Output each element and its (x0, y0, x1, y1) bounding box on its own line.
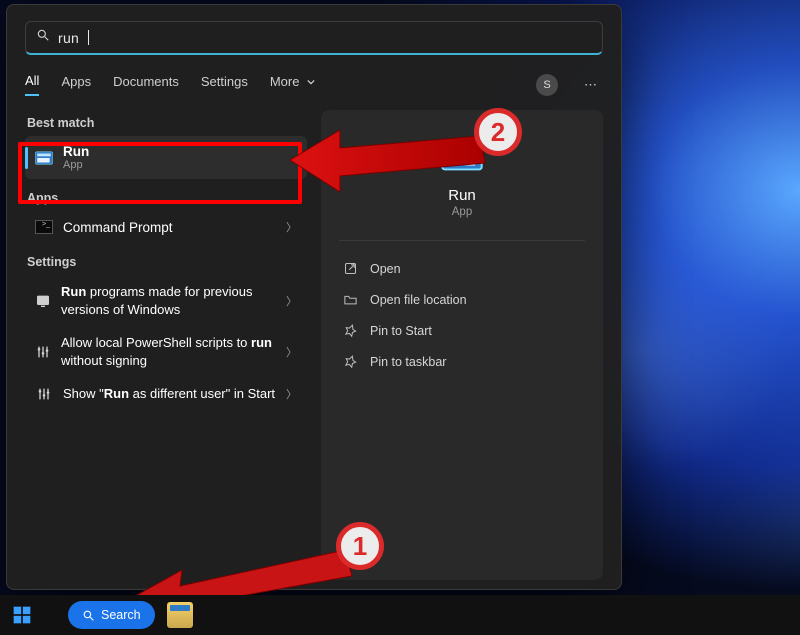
result-compat-programs[interactable]: Run programs made for previous versions … (25, 275, 307, 326)
taskbar: Search (0, 595, 800, 635)
result-command-prompt[interactable]: Command Prompt 〉 (25, 211, 307, 243)
run-icon-large (339, 138, 585, 177)
result-subtitle: App (63, 159, 89, 171)
detail-subtitle: App (339, 206, 585, 218)
tab-all[interactable]: All (25, 73, 39, 96)
taskbar-search-label: Search (101, 608, 141, 622)
action-pin-to-start[interactable]: Pin to Start (339, 315, 585, 346)
divider (339, 240, 585, 241)
result-title: Show "Run as different user" in Start (63, 385, 275, 403)
results-list: Best match Run App Apps Command Prompt 〉… (25, 110, 307, 580)
section-settings: Settings (27, 255, 307, 269)
taskbar-app-icon[interactable] (167, 602, 193, 628)
run-icon (35, 149, 53, 167)
section-best-match: Best match (27, 116, 307, 130)
cmd-icon (35, 220, 53, 234)
result-run-app[interactable]: Run App (25, 136, 307, 179)
action-label: Pin to taskbar (370, 355, 446, 369)
settings-item-icon (35, 292, 51, 310)
tab-more-label: More (270, 74, 300, 89)
annotation-badge-1: 1 (336, 522, 384, 570)
tab-settings[interactable]: Settings (201, 74, 248, 95)
pin-icon (343, 354, 358, 369)
open-icon (343, 261, 358, 276)
result-title: Run programs made for previous versions … (61, 283, 276, 318)
windows-logo-icon (12, 605, 32, 625)
section-apps: Apps (27, 191, 307, 205)
start-button[interactable] (8, 601, 36, 629)
action-pin-to-taskbar[interactable]: Pin to taskbar (339, 346, 585, 377)
filter-tabs: All Apps Documents Settings More S ⋯ (25, 73, 603, 96)
action-label: Open file location (370, 293, 467, 307)
settings-item-icon (35, 343, 51, 361)
text-caret (88, 30, 89, 45)
detail-pane: Run App Open Open file location Pin to S… (321, 110, 603, 580)
search-query-text: run (58, 30, 79, 46)
search-icon (82, 609, 95, 622)
chevron-right-icon: 〉 (286, 219, 297, 235)
search-input[interactable]: run (25, 21, 603, 55)
action-label: Pin to Start (370, 324, 432, 338)
tab-more[interactable]: More (270, 74, 315, 95)
action-label: Open (370, 262, 401, 276)
overflow-menu[interactable]: ⋯ (580, 77, 603, 93)
settings-item-icon (35, 385, 53, 403)
result-title: Command Prompt (63, 220, 173, 235)
action-open[interactable]: Open (339, 253, 585, 284)
action-open-file-location[interactable]: Open file location (339, 284, 585, 315)
tab-apps[interactable]: Apps (61, 74, 91, 95)
result-powershell-scripts[interactable]: Allow local PowerShell scripts to run wi… (25, 326, 307, 377)
detail-title: Run (339, 187, 585, 204)
chevron-down-icon (307, 78, 315, 86)
chevron-right-icon: 〉 (286, 386, 297, 402)
start-search-flyout: run All Apps Documents Settings More S ⋯… (6, 4, 622, 590)
chevron-right-icon: 〉 (286, 293, 297, 309)
search-icon (36, 28, 50, 47)
pin-icon (343, 323, 358, 338)
user-avatar[interactable]: S (536, 74, 558, 96)
tab-documents[interactable]: Documents (113, 74, 179, 95)
taskbar-search-button[interactable]: Search (68, 601, 155, 629)
selection-indicator (25, 147, 28, 169)
chevron-right-icon: 〉 (286, 344, 297, 360)
result-title: Allow local PowerShell scripts to run wi… (61, 334, 276, 369)
result-run-as-user[interactable]: Show "Run as different user" in Start 〉 (25, 377, 307, 411)
folder-icon (343, 292, 358, 307)
annotation-badge-2: 2 (474, 108, 522, 156)
result-title: Run (63, 144, 89, 159)
